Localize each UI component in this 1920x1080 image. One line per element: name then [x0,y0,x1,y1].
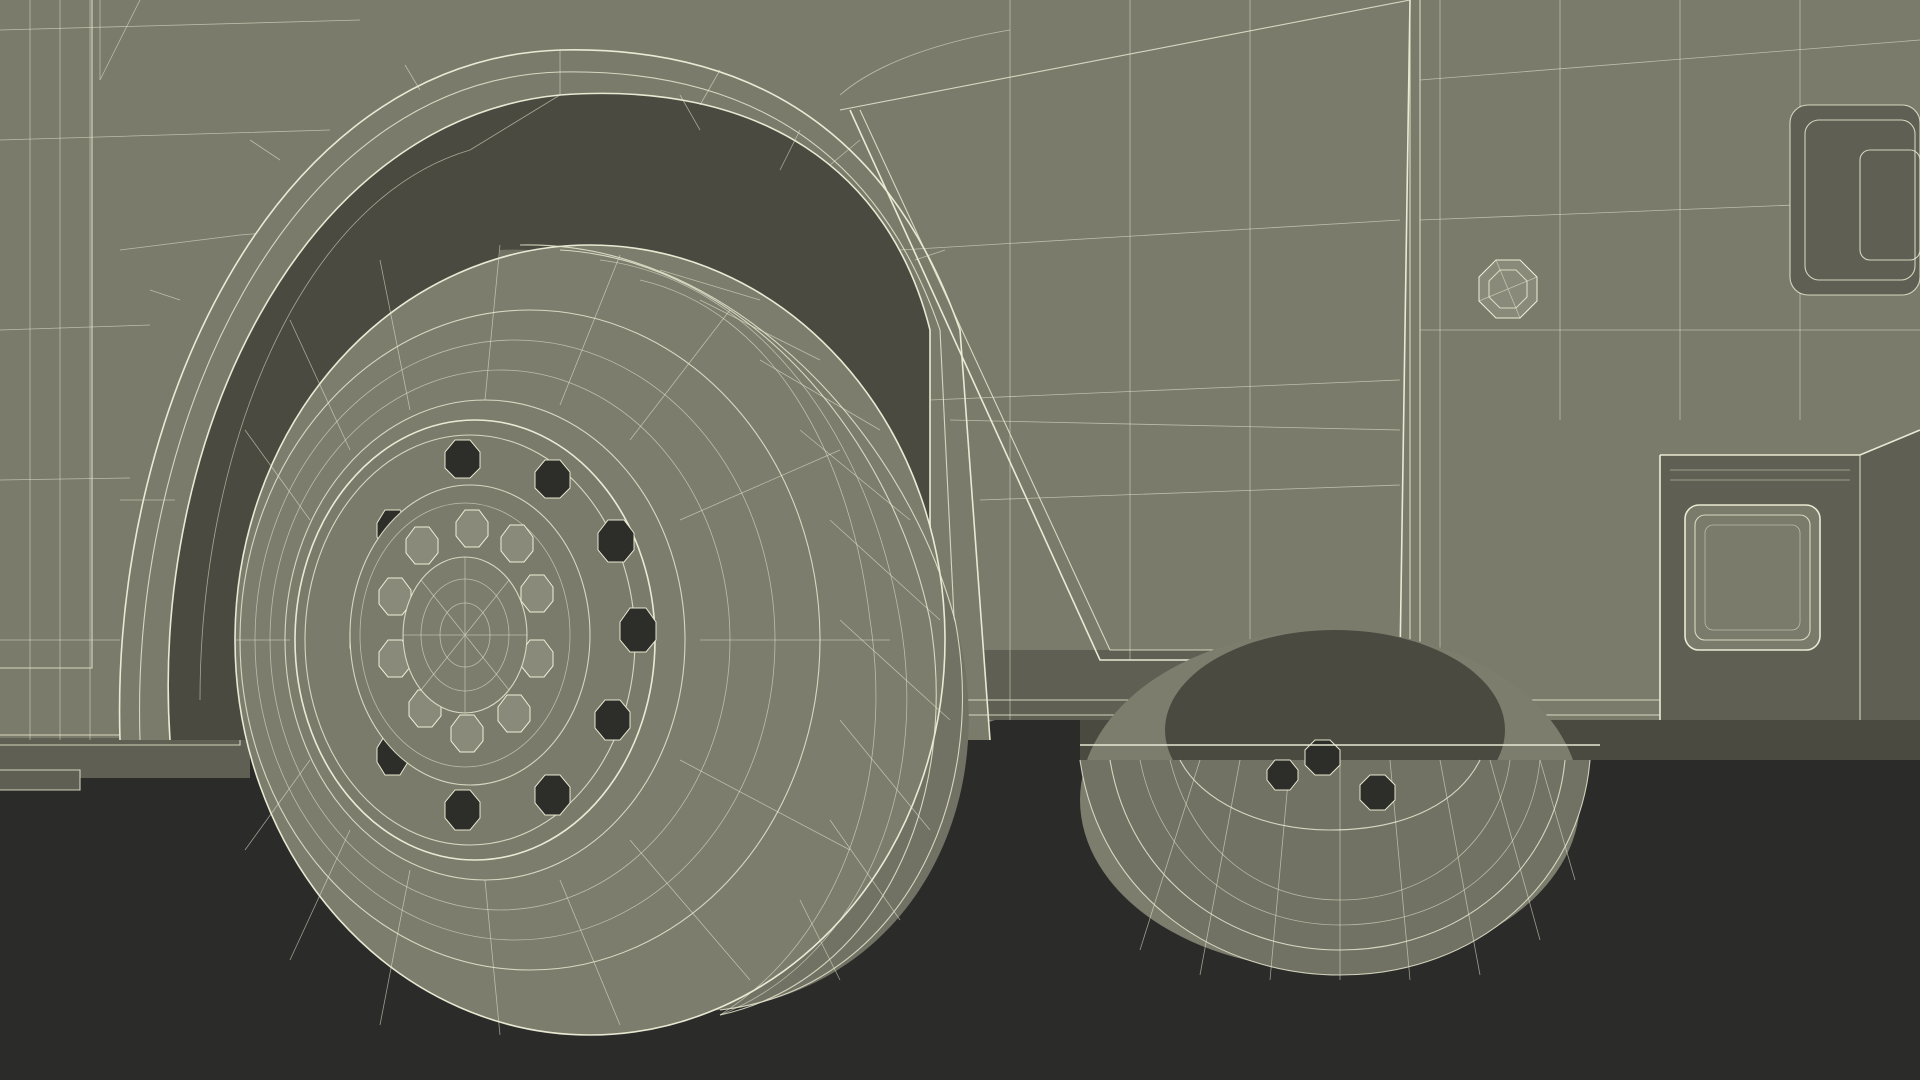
upper-light-housing [1789,104,1920,296]
cab-fastener [1478,259,1538,319]
lower-light-housing [1659,429,1920,720]
render-viewport [0,0,1920,1080]
